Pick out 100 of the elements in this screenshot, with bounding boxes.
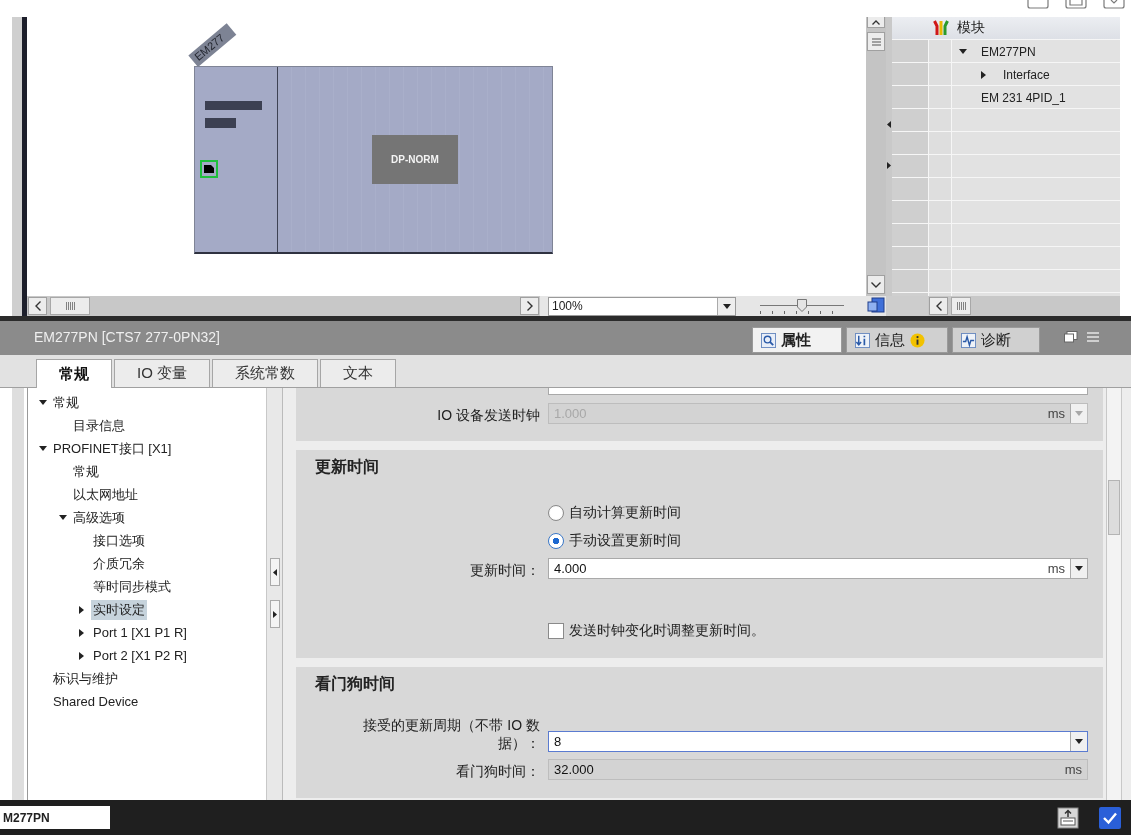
tree-item[interactable]: 标识与维护 (51, 668, 120, 689)
tree-item[interactable]: PROFINET接口 [X1] (51, 438, 174, 459)
caret-right-icon[interactable] (79, 605, 84, 614)
scroll-thumb[interactable] (951, 297, 971, 315)
checkbox-label[interactable]: 发送时钟变化时调整更新时间。 (569, 622, 765, 640)
window-button-icon[interactable] (1027, 0, 1049, 9)
scroll-thumb[interactable] (1108, 480, 1120, 535)
grip-icon (65, 302, 75, 310)
tab[interactable]: 文本 (320, 359, 396, 387)
field-label: IO 设备发送时钟 (437, 406, 540, 424)
caret-down-icon (1075, 566, 1083, 571)
tab[interactable]: 常规 (36, 359, 112, 388)
triangle-right-icon[interactable] (887, 162, 891, 169)
caret-down-icon (1075, 411, 1083, 416)
tree-item[interactable]: 介质冗余 (91, 553, 147, 574)
upload-icon[interactable] (1057, 806, 1079, 829)
input-field[interactable] (548, 388, 1088, 395)
caret-down-icon (1075, 739, 1083, 744)
tree-item[interactable]: 等时同步模式 (91, 576, 173, 597)
window-button-icon[interactable] (1065, 0, 1087, 9)
view-tab[interactable]: 诊断 (952, 327, 1040, 353)
chevron-left-icon (935, 301, 942, 311)
tree-item[interactable]: EM277PN (981, 44, 1036, 59)
caret-down-icon[interactable] (959, 49, 967, 54)
view-tab[interactable]: 属性 (752, 327, 842, 353)
caret-down-icon[interactable] (39, 446, 47, 451)
radio-button[interactable] (548, 505, 564, 521)
tree-item[interactable]: Port 1 [X1 P1 R] (91, 624, 189, 641)
scroll-right-button[interactable] (520, 297, 539, 315)
module-label: DP-NORM (372, 135, 458, 184)
caret-right-icon[interactable] (79, 628, 84, 637)
tab[interactable]: 系统常数 (212, 359, 318, 387)
zoom-field[interactable]: 100% (548, 296, 736, 316)
caret-right-icon[interactable] (79, 651, 84, 660)
inspector-title: EM277PN [CTS7 277-0PN32] (34, 329, 220, 345)
scroll-left-button[interactable] (929, 297, 948, 315)
vertical-scrollbar[interactable] (1106, 388, 1122, 800)
scroll-thumb[interactable] (50, 297, 90, 315)
tree-item[interactable]: 接口选项 (91, 530, 147, 551)
scroll-down-button[interactable] (867, 275, 885, 294)
slider-thumb[interactable] (797, 299, 807, 312)
view-tab[interactable]: 信息 (846, 327, 948, 353)
tree-item[interactable]: 常规 (71, 461, 101, 482)
device-module[interactable]: DP-NORM (194, 66, 553, 254)
arrow-info-icon (855, 332, 870, 348)
dropdown-button[interactable] (717, 297, 735, 315)
radio-label[interactable]: 手动设置更新时间 (569, 532, 681, 550)
squares-icon[interactable] (867, 297, 885, 315)
radio-button[interactable] (548, 533, 564, 549)
section-title: 更新时间 (315, 457, 379, 477)
colored-forks-icon (932, 20, 949, 36)
tree-item[interactable]: Interface (1003, 67, 1050, 82)
field-label: 接受的更新周期（不带 IO 数据）： (362, 716, 540, 752)
vertical-scrollbar[interactable] (866, 17, 886, 296)
scroll-left-button[interactable] (28, 297, 47, 315)
name-field[interactable]: M277PN (0, 806, 110, 829)
tree-item[interactable]: 目录信息 (71, 415, 127, 436)
restore-icon[interactable] (1064, 331, 1078, 343)
chevron-down-icon (871, 281, 881, 288)
caret-down-icon (722, 303, 731, 309)
collapse-button[interactable] (269, 558, 280, 586)
horizontal-scrollbar[interactable] (27, 296, 540, 316)
input-field[interactable]: 4.000 ms (548, 558, 1088, 579)
field-label: 更新时间： (470, 561, 540, 579)
horizontal-scrollbar[interactable] (928, 296, 1120, 316)
grip-icon (956, 302, 966, 310)
expand-button[interactable] (269, 600, 280, 628)
tree-item[interactable]: 实时设定 (91, 599, 147, 620)
tree-item[interactable]: 以太网地址 (71, 484, 140, 505)
tree-item[interactable]: Port 2 [X1 P2 R] (91, 647, 189, 664)
chevron-right-icon (526, 301, 533, 311)
tree-item[interactable]: 常规 (51, 392, 81, 413)
input-field[interactable]: 32.000 ms (548, 759, 1088, 780)
tab[interactable]: IO 变量 (114, 359, 210, 387)
dropdown-button[interactable] (1070, 559, 1087, 578)
radio-label[interactable]: 自动计算更新时间 (569, 504, 681, 522)
caret-down-icon[interactable] (59, 515, 67, 520)
tree-item[interactable]: 高级选项 (71, 507, 127, 528)
unit-label: ms (1047, 561, 1066, 576)
window-button-icon[interactable] (1103, 0, 1125, 9)
magnifier-icon (761, 332, 776, 348)
triangle-right-icon (272, 610, 277, 618)
tree-item[interactable]: Shared Device (51, 693, 141, 710)
chevron-left-icon (34, 301, 41, 311)
pulse-icon (961, 332, 976, 348)
caret-down-icon[interactable] (39, 400, 47, 405)
collapse-button[interactable] (867, 17, 885, 28)
column-header[interactable]: 模块 (952, 19, 985, 37)
check-icon[interactable] (1099, 806, 1121, 829)
triangle-left-icon (272, 568, 277, 576)
input-field[interactable]: 8 (548, 731, 1088, 752)
bars-icon (205, 101, 262, 128)
triangle-left-icon[interactable] (887, 121, 891, 128)
unit-label: ms (1047, 406, 1066, 421)
checkbox[interactable] (548, 623, 564, 639)
tree-item[interactable]: EM 231 4PID_1 (981, 90, 1066, 105)
menu-icon (871, 37, 881, 46)
port-icon[interactable] (200, 160, 218, 178)
caret-right-icon[interactable] (981, 70, 986, 79)
dropdown-button[interactable] (1070, 732, 1087, 751)
